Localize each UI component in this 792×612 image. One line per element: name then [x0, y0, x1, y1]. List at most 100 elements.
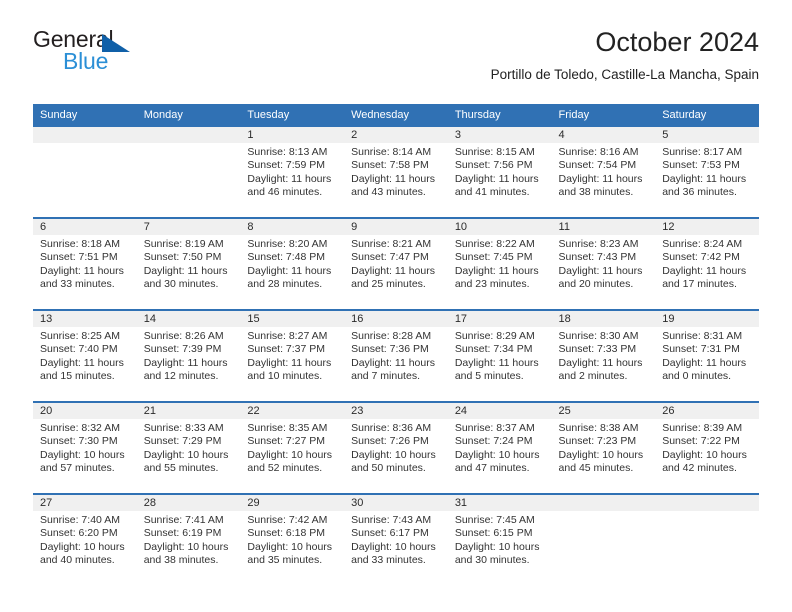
daylight-text: Daylight: 11 hours and 28 minutes. — [247, 264, 332, 291]
sunrise-text: Sunrise: 8:30 AM — [558, 330, 639, 342]
sunrise-text: Sunrise: 8:38 AM — [558, 422, 639, 434]
day-cell[interactable]: 14 Sunrise: 8:26 AM Sunset: 7:39 PM Dayligh… — [136, 310, 241, 403]
day-number: 12 — [655, 219, 759, 235]
weekday-header-tuesday: Tuesday — [240, 104, 345, 127]
day-cell[interactable]: 1 Sunrise: 8:13 AM Sunset: 7:59 PM Daylight… — [240, 127, 345, 219]
day-cell[interactable]: 16 Sunrise: 8:28 AM Sunset: 7:36 PM Dayligh… — [344, 310, 448, 403]
day-cell[interactable]: 3 Sunrise: 8:15 AM Sunset: 7:56 PM Daylight… — [447, 127, 552, 219]
day-details: Sunrise: 8:27 AM Sunset: 7:37 PM Daylight:… — [240, 327, 344, 384]
day-cell[interactable]: 6 Sunrise: 8:18 AM Sunset: 7:51 PM Daylight… — [33, 218, 137, 311]
day-number: 6 — [33, 219, 137, 235]
day-number — [551, 495, 656, 511]
day-cell[interactable]: 20 Sunrise: 8:32 AM Sunset: 7:30 PM Dayligh… — [33, 402, 137, 495]
day-cell[interactable]: 25 Sunrise: 8:38 AM Sunset: 7:23 PM Dayligh… — [551, 402, 656, 495]
sunrise-text: Sunrise: 8:23 AM — [558, 238, 639, 250]
day-number: 25 — [551, 403, 656, 419]
day-details: Sunrise: 8:39 AM Sunset: 7:22 PM Daylight:… — [655, 419, 759, 476]
day-cell[interactable]: 7 Sunrise: 8:19 AM Sunset: 7:50 PM Daylight… — [136, 218, 241, 311]
sunset-text: Sunset: 7:39 PM — [143, 343, 222, 356]
sunset-text: Sunset: 6:18 PM — [247, 527, 326, 540]
day-cell[interactable]: 4 Sunrise: 8:16 AM Sunset: 7:54 PM Daylight… — [551, 127, 656, 219]
day-cell[interactable]: 30 Sunrise: 7:43 AM Sunset: 6:17 PM Dayligh… — [344, 494, 448, 585]
day-number: 15 — [240, 311, 345, 327]
sunset-text: Sunset: 7:56 PM — [454, 159, 533, 172]
sunset-text: Sunset: 7:23 PM — [558, 435, 637, 448]
sunrise-text: Sunrise: 8:16 AM — [558, 146, 639, 158]
day-details: Sunrise: 8:29 AM Sunset: 7:34 PM Daylight:… — [448, 327, 552, 384]
page-header: General Blue October 2024 Portillo de To… — [33, 26, 759, 98]
day-number — [655, 495, 759, 511]
daylight-text: Daylight: 11 hours and 30 minutes. — [143, 264, 228, 291]
calendar-page: General Blue October 2024 Portillo de To… — [0, 0, 792, 612]
day-cell[interactable]: 27 Sunrise: 7:40 AM Sunset: 6:20 PM Dayligh… — [33, 494, 137, 585]
day-details: Sunrise: 8:31 AM Sunset: 7:31 PM Daylight:… — [655, 327, 759, 384]
sunset-text: Sunset: 7:29 PM — [143, 435, 222, 448]
general-blue-logo[interactable]: General Blue — [33, 26, 213, 82]
day-cell[interactable]: 15 Sunrise: 8:27 AM Sunset: 7:37 PM Dayligh… — [240, 310, 345, 403]
weekday-header-friday: Friday — [551, 104, 656, 127]
sunset-text: Sunset: 7:36 PM — [351, 343, 429, 356]
day-cell[interactable]: 28 Sunrise: 7:41 AM Sunset: 6:19 PM Dayligh… — [136, 494, 241, 585]
daylight-text: Daylight: 11 hours and 10 minutes. — [247, 356, 332, 383]
daylight-text: Daylight: 11 hours and 7 minutes. — [351, 356, 435, 383]
day-cell[interactable]: 23 Sunrise: 8:36 AM Sunset: 7:26 PM Dayligh… — [344, 402, 448, 495]
day-cell[interactable]: 22 Sunrise: 8:35 AM Sunset: 7:27 PM Dayligh… — [240, 402, 345, 495]
day-cell[interactable]: 19 Sunrise: 8:31 AM Sunset: 7:31 PM Dayligh… — [655, 310, 759, 403]
sunset-text: Sunset: 7:26 PM — [351, 435, 429, 448]
sunrise-text: Sunrise: 8:39 AM — [662, 422, 743, 434]
sunrise-text: Sunrise: 8:25 AM — [40, 330, 120, 342]
day-number: 28 — [136, 495, 241, 511]
day-cell[interactable]: 11 Sunrise: 8:23 AM Sunset: 7:43 PM Dayligh… — [551, 218, 656, 311]
sunrise-text: Sunrise: 7:40 AM — [40, 514, 120, 526]
sunrise-text: Sunrise: 8:28 AM — [351, 330, 432, 342]
day-number: 26 — [655, 403, 759, 419]
day-details: Sunrise: 8:38 AM Sunset: 7:23 PM Daylight:… — [552, 419, 656, 476]
sunrise-text: Sunrise: 7:41 AM — [143, 514, 224, 526]
sunrise-text: Sunrise: 8:21 AM — [351, 238, 432, 250]
sunset-text: Sunset: 7:30 PM — [40, 435, 118, 448]
daylight-text: Daylight: 11 hours and 5 minutes. — [454, 356, 539, 383]
day-cell[interactable]: 18 Sunrise: 8:30 AM Sunset: 7:33 PM Dayligh… — [551, 310, 656, 403]
sunset-text: Sunset: 7:33 PM — [558, 343, 637, 356]
sunset-text: Sunset: 6:15 PM — [454, 527, 533, 540]
sunrise-text: Sunrise: 8:29 AM — [454, 330, 535, 342]
weekday-header-thursday: Thursday — [447, 104, 552, 127]
day-cell[interactable]: 13 Sunrise: 8:25 AM Sunset: 7:40 PM Dayligh… — [33, 310, 137, 403]
day-cell[interactable]: 2 Sunrise: 8:14 AM Sunset: 7:58 PM Daylight… — [344, 127, 448, 219]
day-cell[interactable]: 24 Sunrise: 8:37 AM Sunset: 7:24 PM Dayligh… — [447, 402, 552, 495]
weekday-header-saturday: Saturday — [655, 104, 759, 127]
sunrise-text: Sunrise: 7:43 AM — [351, 514, 432, 526]
day-cell[interactable]: 21 Sunrise: 8:33 AM Sunset: 7:29 PM Dayligh… — [136, 402, 241, 495]
day-cell[interactable]: 10 Sunrise: 8:22 AM Sunset: 7:45 PM Dayligh… — [447, 218, 552, 311]
daylight-text: Daylight: 11 hours and 38 minutes. — [558, 172, 643, 199]
calendar-week-row: 20 Sunrise: 8:32 AM Sunset: 7:30 PM Dayligh… — [33, 402, 759, 495]
sunrise-text: Sunrise: 8:24 AM — [662, 238, 743, 250]
calendar-week-row: 1 Sunrise: 8:13 AM Sunset: 7:59 PM Daylight… — [33, 127, 759, 219]
daylight-text: Daylight: 10 hours and 42 minutes. — [662, 448, 747, 475]
day-details: Sunrise: 7:43 AM Sunset: 6:17 PM Daylight:… — [344, 511, 448, 568]
day-cell-empty — [33, 127, 137, 219]
day-cell[interactable]: 12 Sunrise: 8:24 AM Sunset: 7:42 PM Dayligh… — [655, 218, 759, 311]
day-cell[interactable]: 29 Sunrise: 7:42 AM Sunset: 6:18 PM Dayligh… — [240, 494, 345, 585]
day-cell[interactable]: 31 Sunrise: 7:45 AM Sunset: 6:15 PM Dayligh… — [447, 494, 552, 585]
daylight-text: Daylight: 10 hours and 55 minutes. — [143, 448, 229, 475]
day-cell[interactable]: 5 Sunrise: 8:17 AM Sunset: 7:53 PM Daylight… — [655, 127, 759, 219]
daylight-text: Daylight: 10 hours and 47 minutes. — [454, 448, 540, 475]
day-number: 18 — [551, 311, 656, 327]
day-cell-empty — [136, 127, 241, 219]
sunrise-text: Sunrise: 8:27 AM — [247, 330, 328, 342]
day-number: 13 — [33, 311, 137, 327]
daylight-text: Daylight: 10 hours and 40 minutes. — [40, 540, 125, 567]
day-number: 10 — [447, 219, 552, 235]
sunset-text: Sunset: 7:48 PM — [247, 251, 326, 264]
day-cell-empty — [655, 494, 759, 585]
day-cell[interactable]: 8 Sunrise: 8:20 AM Sunset: 7:48 PM Daylight… — [240, 218, 345, 311]
sunrise-text: Sunrise: 8:31 AM — [662, 330, 743, 342]
daylight-text: Daylight: 11 hours and 46 minutes. — [247, 172, 332, 199]
sunset-text: Sunset: 7:34 PM — [454, 343, 533, 356]
day-details: Sunrise: 7:42 AM Sunset: 6:18 PM Daylight:… — [240, 511, 344, 568]
day-details: Sunrise: 8:13 AM Sunset: 7:59 PM Daylight:… — [240, 143, 344, 200]
day-cell[interactable]: 9 Sunrise: 8:21 AM Sunset: 7:47 PM Daylight… — [344, 218, 448, 311]
day-cell[interactable]: 17 Sunrise: 8:29 AM Sunset: 7:34 PM Dayligh… — [447, 310, 552, 403]
day-cell[interactable]: 26 Sunrise: 8:39 AM Sunset: 7:22 PM Dayligh… — [655, 402, 759, 495]
